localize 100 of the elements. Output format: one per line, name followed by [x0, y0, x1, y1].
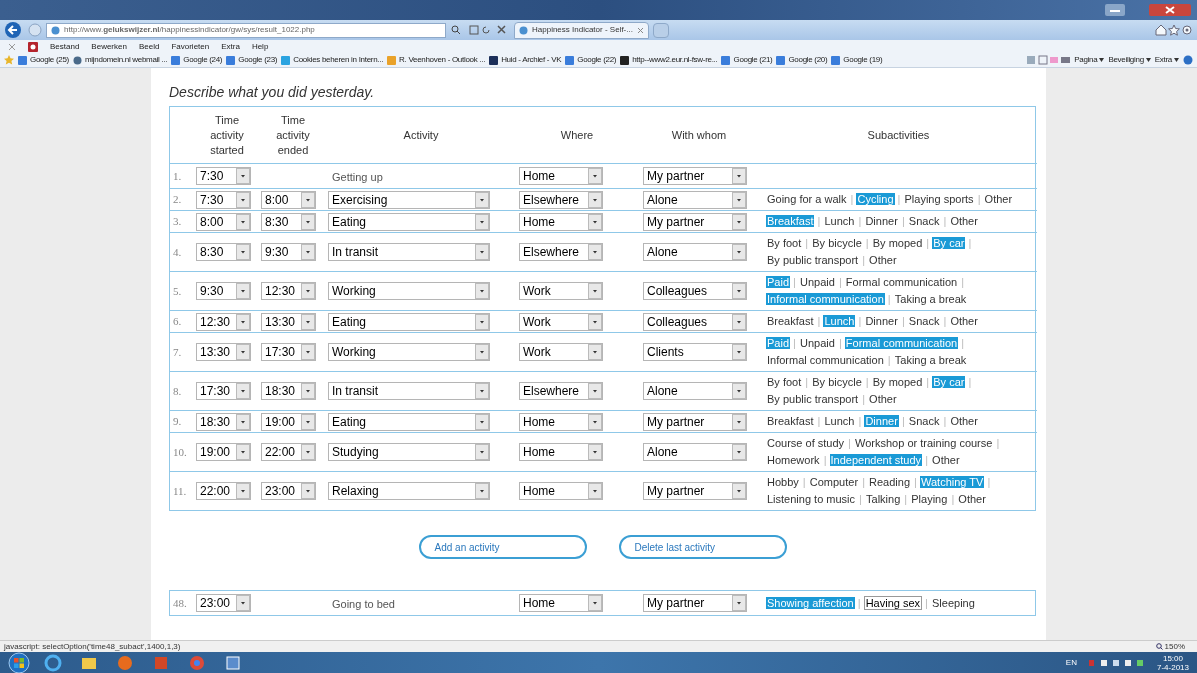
action-button[interactable]: Add an activity: [418, 535, 587, 559]
favorite-link[interactable]: Cookies beheren in Intern...: [281, 54, 384, 66]
dropdown[interactable]: Alone: [643, 382, 747, 400]
dropdown[interactable]: Alone: [643, 243, 747, 261]
star-icon[interactable]: [4, 55, 14, 65]
dropdown[interactable]: Work: [519, 343, 603, 361]
media-icon[interactable]: [116, 653, 134, 672]
dropdown[interactable]: Alone: [643, 190, 747, 209]
dropdown[interactable]: Eating: [328, 412, 490, 431]
dropdown[interactable]: 17:30: [196, 382, 251, 400]
favorite-link[interactable]: Google (24): [171, 54, 223, 66]
dropdown[interactable]: In transit: [328, 382, 490, 400]
dropdown[interactable]: 7:30: [196, 190, 251, 209]
window-icon[interactable]: [224, 653, 242, 672]
option-link[interactable]: Talking: [865, 493, 902, 505]
menu-item[interactable]: Favorieten: [171, 40, 210, 53]
favorite-link[interactable]: R. Veenhoven - Outlook ...: [387, 54, 486, 66]
favorite-link[interactable]: Google (25): [18, 54, 69, 66]
start-icon[interactable]: [8, 651, 30, 673]
dropdown[interactable]: 8:00: [196, 212, 251, 231]
badge-icon[interactable]: [28, 41, 38, 52]
dropdown[interactable]: Studying: [328, 443, 490, 461]
clock[interactable]: 15:00 7-4-2013: [1156, 653, 1189, 672]
option-link[interactable]: Other: [949, 415, 979, 427]
menu-item[interactable]: Help: [251, 40, 269, 53]
favorite-link[interactable]: Google (21): [721, 54, 773, 66]
dropdown[interactable]: Eating: [328, 212, 490, 231]
dropdown[interactable]: Home: [519, 443, 603, 461]
dropdown[interactable]: Relaxing: [328, 482, 490, 500]
browser-icon[interactable]: [44, 653, 62, 672]
menu-item[interactable]: Bestand: [50, 40, 80, 53]
dropdown[interactable]: Elsewhere: [519, 190, 603, 209]
dropdown[interactable]: 22:00: [196, 482, 251, 500]
dropdown[interactable]: 13:30: [261, 312, 316, 331]
menu-item[interactable]: Beeld: [138, 40, 160, 53]
option-link[interactable]: Other: [868, 393, 898, 405]
option-link[interactable]: Snack: [907, 415, 941, 427]
dropdown[interactable]: My partner: [643, 412, 747, 431]
language-indicator[interactable]: EN: [1065, 656, 1077, 669]
option-link[interactable]: Homework: [766, 454, 821, 466]
dropdown[interactable]: Work: [519, 312, 603, 331]
dropdown[interactable]: In transit: [328, 243, 490, 261]
dropdown[interactable]: Home: [519, 594, 603, 612]
dropdown[interactable]: 18:30: [261, 382, 316, 400]
toolbar-menu[interactable]: Extra: [1154, 54, 1179, 66]
option-link[interactable]: Dinner: [864, 315, 899, 327]
dropdown[interactable]: 12:30: [261, 282, 316, 300]
menu-item[interactable]: Extra: [221, 40, 240, 53]
dropdown[interactable]: My partner: [643, 482, 747, 500]
action-button[interactable]: Delete last activity: [618, 535, 787, 559]
dropdown[interactable]: 9:30: [196, 282, 251, 300]
option-link[interactable]: Unpaid: [799, 276, 836, 288]
favorite-link[interactable]: Google (20): [776, 54, 828, 66]
dropdown[interactable]: My partner: [643, 594, 747, 612]
dropdown[interactable]: Elsewhere: [519, 243, 603, 261]
dropdown[interactable]: Working: [328, 343, 490, 361]
dropdown[interactable]: 13:30: [196, 343, 251, 361]
option-link[interactable]: By moped: [871, 376, 924, 388]
address-field[interactable]: http://www.gelukswijzer.nl/happinessindicator/gw/sys/result_1022.php: [46, 22, 446, 38]
option-link[interactable]: By public transport: [766, 393, 860, 405]
option-link[interactable]: Lunch: [823, 215, 856, 227]
close-icon[interactable]: [1149, 3, 1193, 17]
help-icon[interactable]: [1183, 55, 1193, 65]
option-link[interactable]: Other: [931, 454, 961, 466]
favorite-link[interactable]: mijndomein.nl webmail ...: [72, 54, 168, 66]
option-link[interactable]: Listening to music: [766, 493, 857, 505]
option-link[interactable]: Dinner: [864, 215, 899, 227]
dropdown[interactable]: 18:30: [196, 412, 251, 431]
dropdown[interactable]: Eating: [328, 312, 490, 331]
dropdown[interactable]: 9:30: [261, 243, 316, 261]
favorite-link[interactable]: Google (19): [831, 54, 883, 66]
dropdown[interactable]: 8:00: [261, 190, 316, 209]
option-link[interactable]: Playing sports: [903, 193, 975, 205]
dropdown[interactable]: Alone: [643, 443, 747, 461]
option-link[interactable]: Other: [983, 193, 1014, 205]
option-link[interactable]: Reading: [868, 476, 912, 488]
dropdown[interactable]: 22:00: [261, 443, 316, 461]
close-icon[interactable]: [8, 42, 16, 51]
favorite-link[interactable]: Google (23): [226, 54, 278, 66]
dropdown[interactable]: 8:30: [261, 212, 316, 231]
dropdown[interactable]: Elsewhere: [519, 382, 603, 400]
dropdown[interactable]: My partner: [643, 167, 747, 185]
option-link[interactable]: Informal communication: [766, 354, 885, 366]
favorite-link[interactable]: Google (22): [565, 54, 617, 66]
toolbar-menu[interactable]: Pagina: [1074, 54, 1105, 66]
dropdown[interactable]: 23:00: [196, 594, 251, 612]
browser-tab[interactable]: Happiness Indicator - Self-...: [514, 21, 649, 39]
option-link[interactable]: By moped: [871, 237, 924, 249]
option-link[interactable]: Other: [868, 254, 898, 266]
dropdown[interactable]: Colleagues: [643, 312, 747, 331]
option-link[interactable]: By bicycle: [811, 237, 863, 249]
option-link[interactable]: Snack: [907, 215, 941, 227]
option-link[interactable]: By foot: [766, 237, 803, 249]
option-link[interactable]: Unpaid: [799, 337, 836, 349]
option-link[interactable]: Computer: [808, 476, 860, 488]
option-link[interactable]: Having sex: [863, 595, 923, 610]
option-link[interactable]: Sleeping: [931, 596, 976, 609]
option-link[interactable]: By bicycle: [811, 376, 863, 388]
option-link[interactable]: Playing: [910, 493, 949, 505]
dropdown[interactable]: Work: [519, 282, 603, 300]
